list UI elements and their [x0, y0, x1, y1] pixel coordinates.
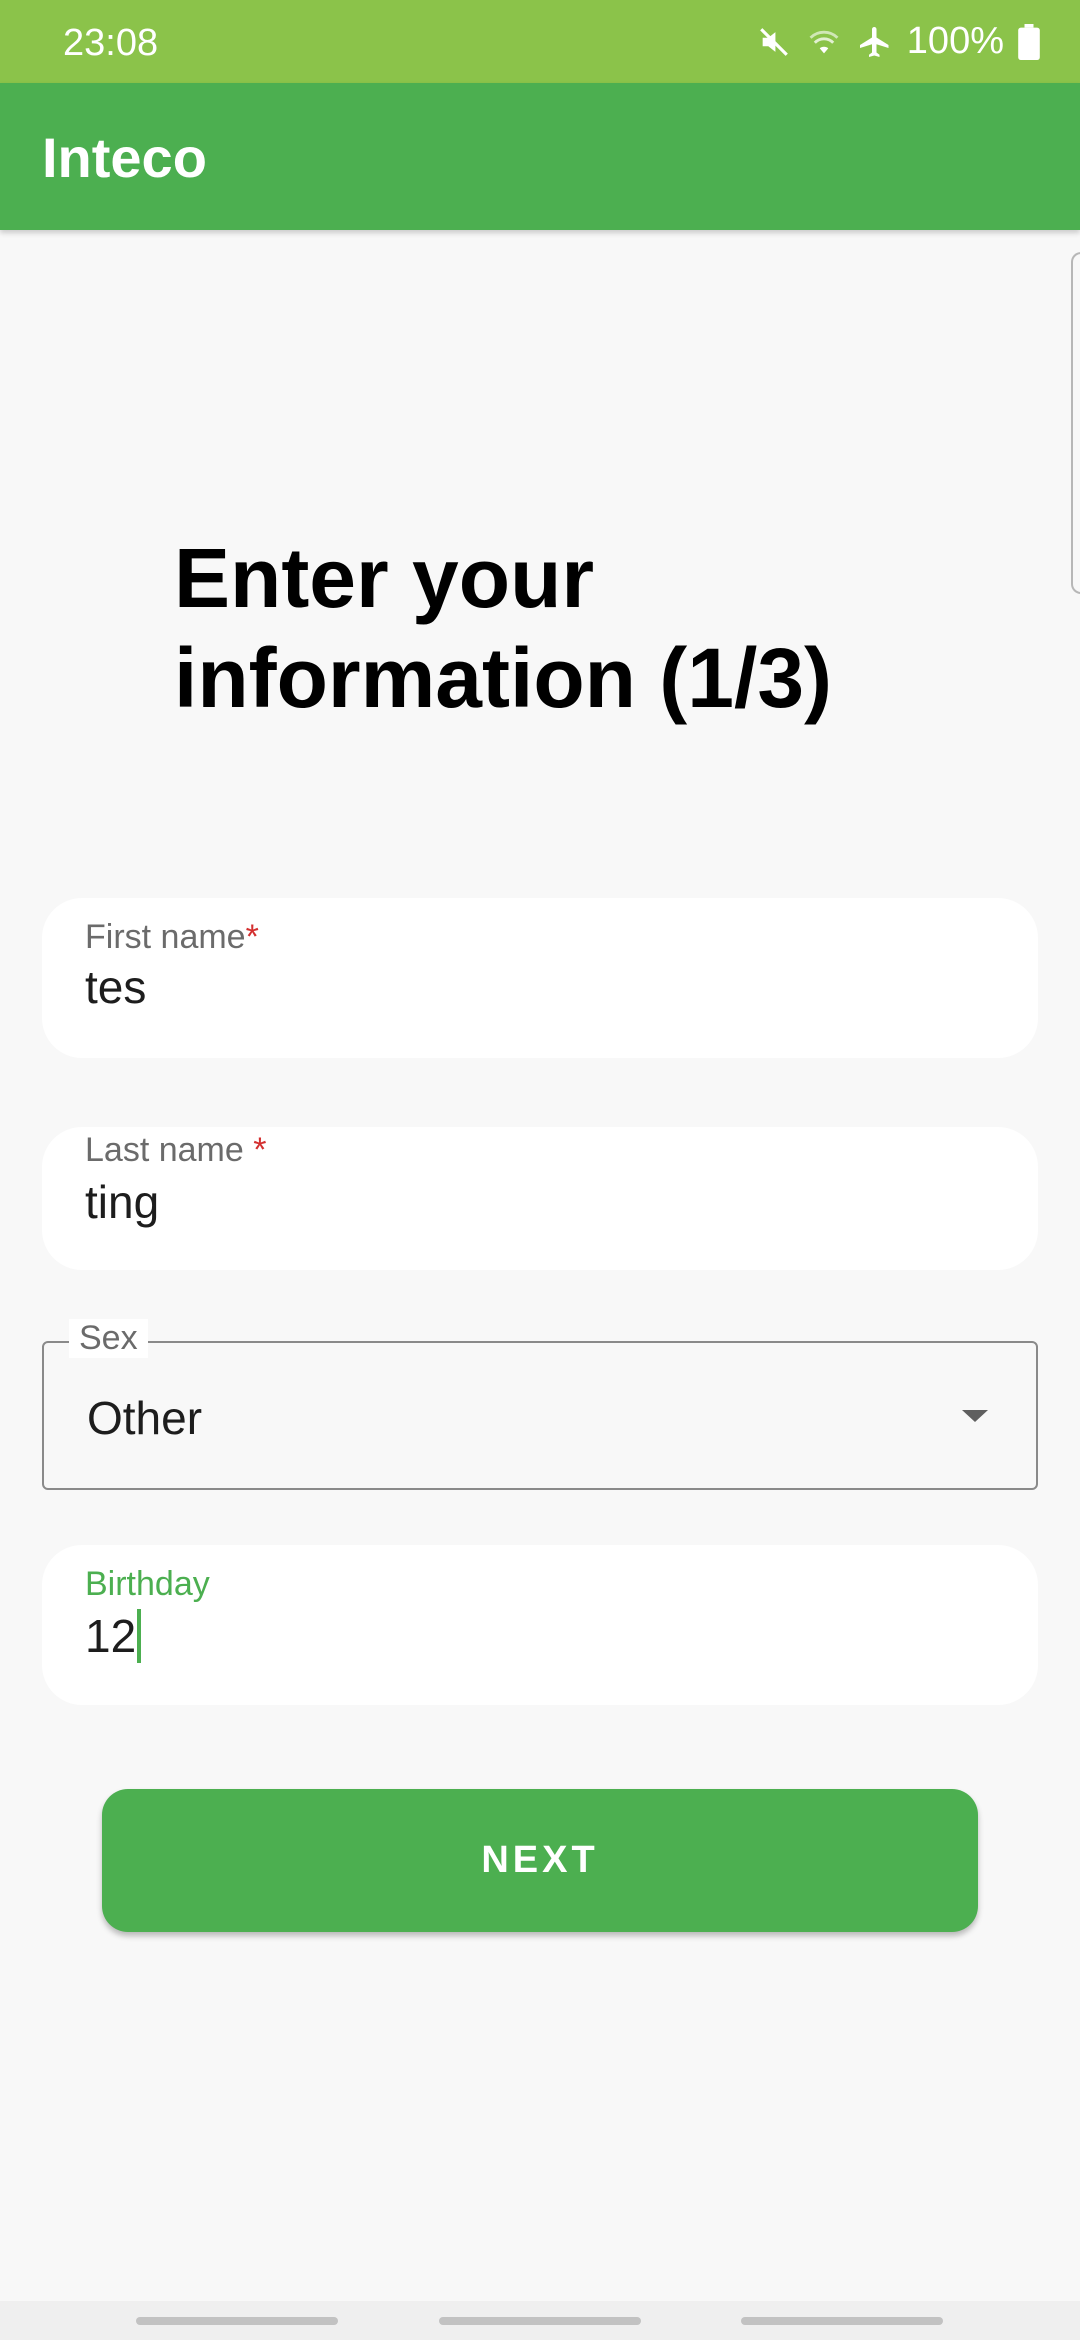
battery-icon [1018, 23, 1040, 60]
first-name-label: First name* [85, 918, 259, 957]
status-time: 23:08 [63, 22, 159, 64]
last-name-field[interactable]: Last name * ting [42, 1127, 1038, 1270]
page-title: Enter your information (1/3) [174, 531, 833, 725]
sex-label: Sex [69, 1319, 148, 1358]
text-cursor [137, 1609, 142, 1663]
mute-icon [757, 25, 791, 59]
birthday-input[interactable]: 12 [85, 1609, 142, 1663]
sex-selected-value[interactable]: Other [87, 1391, 202, 1445]
status-bar: 23:08 100% [0, 0, 1080, 83]
wifi-icon [805, 25, 843, 59]
sex-dropdown[interactable]: Sex Other [42, 1319, 1038, 1490]
status-icons: 100% [757, 0, 1040, 83]
first-name-label-text: First name [85, 918, 246, 956]
nav-recents-handle[interactable] [136, 2317, 338, 2325]
battery-percent: 100% [906, 20, 1004, 62]
nav-back-handle[interactable] [741, 2317, 943, 2325]
birthday-value: 12 [85, 1610, 137, 1662]
last-name-input[interactable]: ting [85, 1175, 159, 1229]
birthday-field[interactable]: Birthday 12 [42, 1545, 1038, 1705]
required-marker: * [245, 918, 259, 956]
required-marker: * [253, 1131, 267, 1169]
next-button[interactable]: NEXT [102, 1789, 978, 1932]
scroll-indicator [1071, 252, 1080, 594]
first-name-input[interactable]: tes [85, 960, 146, 1014]
app-bar: Inteco [0, 83, 1080, 230]
nav-home-handle[interactable] [439, 2317, 641, 2325]
birthday-label: Birthday [85, 1565, 210, 1603]
gesture-nav-bar [0, 2301, 1080, 2340]
airplane-icon [857, 24, 893, 60]
last-name-label: Last name * [85, 1131, 266, 1170]
last-name-label-text: Last name [85, 1131, 254, 1169]
chevron-down-icon[interactable] [960, 1408, 990, 1429]
app-title: Inteco [42, 126, 207, 189]
first-name-field[interactable]: First name* tes [42, 898, 1038, 1058]
